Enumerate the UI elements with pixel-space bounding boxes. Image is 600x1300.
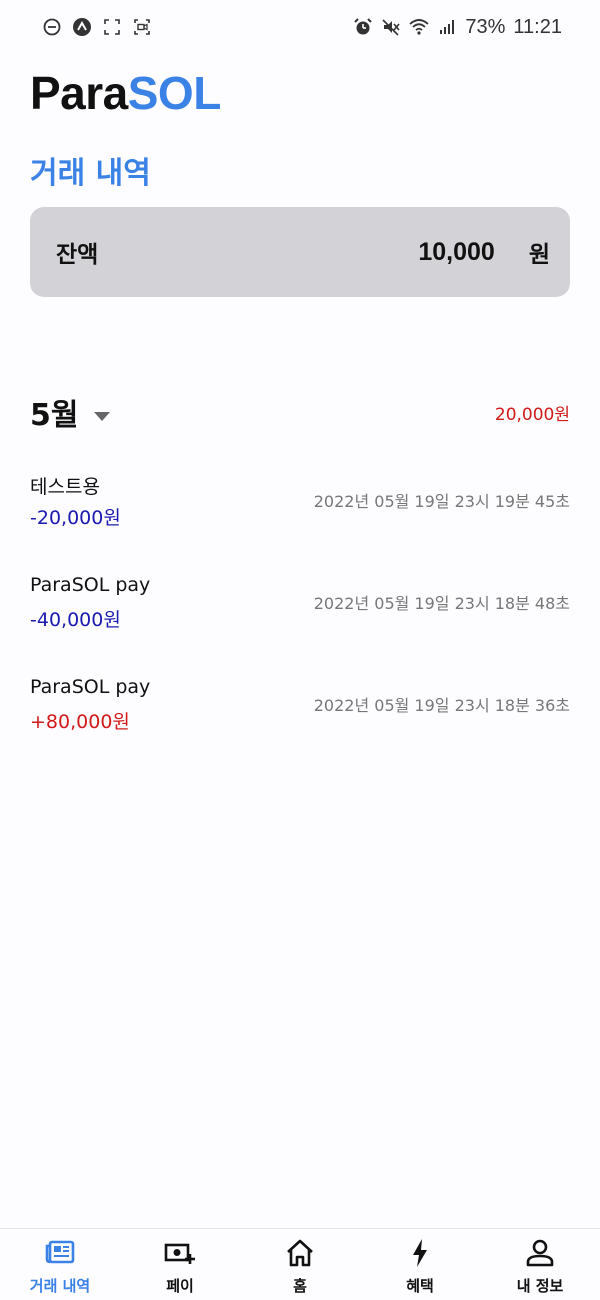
screenshot-icon xyxy=(102,17,122,37)
balance-label: 잔액 xyxy=(56,242,99,268)
transaction-item[interactable]: ParaSOL pay -40,000원 2022년 05월 19일 23시 1… xyxy=(30,570,570,672)
transaction-amount: -40,000원 xyxy=(30,609,121,631)
nav-label: 혜택 xyxy=(406,1277,434,1295)
app-title-part1: Para xyxy=(30,67,128,119)
transaction-item[interactable]: 테스트용 -20,000원 2022년 05월 19일 23시 19분 45초 xyxy=(30,468,570,570)
page-title: 거래 내역 xyxy=(30,156,151,191)
nav-item-home[interactable]: 홈 xyxy=(240,1229,360,1300)
mute-icon xyxy=(381,17,401,37)
nav-item-pay[interactable]: 페이 xyxy=(120,1229,240,1300)
transaction-name: ParaSOL pay xyxy=(30,676,151,698)
transaction-name: ParaSOL pay xyxy=(30,574,151,596)
money-add-icon xyxy=(163,1237,197,1269)
month-label[interactable]: 5월 xyxy=(30,390,78,434)
newspaper-icon xyxy=(43,1237,77,1269)
screen: 73% 11:21 ParaSOL 거래 내역 잔액 10,000 원 5월 2… xyxy=(0,0,600,1300)
nav-label: 페이 xyxy=(166,1277,194,1295)
battery-percent: 73% xyxy=(465,15,506,38)
transaction-date: 2022년 05월 19일 23시 18분 48초 xyxy=(313,594,570,613)
nav-label: 홈 xyxy=(293,1277,307,1295)
nav-label: 내 정보 xyxy=(516,1277,564,1295)
wifi-icon xyxy=(409,17,429,37)
transaction-amount: +80,000원 xyxy=(30,711,130,733)
screen-recorder-icon xyxy=(132,17,152,37)
home-icon xyxy=(283,1237,317,1269)
person-icon xyxy=(523,1237,557,1269)
app-title-part2: SOL xyxy=(127,67,222,119)
alarm-icon xyxy=(353,17,373,37)
status-bar: 73% 11:21 xyxy=(0,0,600,54)
do-not-disturb-icon xyxy=(42,17,62,37)
nav-item-my-info[interactable]: 내 정보 xyxy=(480,1229,600,1300)
signal-icon xyxy=(437,17,457,37)
nav-label: 거래 내역 xyxy=(29,1277,91,1295)
status-right-icons: 73% 11:21 xyxy=(353,16,562,39)
transaction-item[interactable]: ParaSOL pay +80,000원 2022년 05월 19일 23시 1… xyxy=(30,672,570,774)
transaction-name: 테스트용 xyxy=(30,476,100,498)
bolt-icon xyxy=(403,1237,437,1269)
nav-item-transactions[interactable]: 거래 내역 xyxy=(0,1229,120,1300)
transaction-date: 2022년 05월 19일 23시 18분 36초 xyxy=(313,696,570,715)
nav-item-benefits[interactable]: 혜택 xyxy=(360,1229,480,1300)
app-logo-title: ParaSOL xyxy=(30,66,221,120)
status-left-icons xyxy=(42,17,152,37)
clock: 11:21 xyxy=(513,15,562,38)
balance-unit: 원 xyxy=(528,242,550,268)
month-total: 20,000원 xyxy=(494,404,570,425)
balance-amount: 10,000 xyxy=(418,237,495,266)
dropdown-arrow-icon[interactable] xyxy=(94,407,111,421)
app-notification-icon xyxy=(72,17,92,37)
month-selector-row: 5월 20,000원 xyxy=(30,390,570,434)
transaction-date: 2022년 05월 19일 23시 19분 45초 xyxy=(313,492,570,511)
bottom-nav: 거래 내역 페이 홈 혜택 내 정보 xyxy=(0,1228,600,1300)
balance-card: 잔액 10,000 원 xyxy=(30,207,570,297)
transaction-amount: -20,000원 xyxy=(30,507,121,529)
transaction-list: 테스트용 -20,000원 2022년 05월 19일 23시 19분 45초 … xyxy=(30,468,570,774)
